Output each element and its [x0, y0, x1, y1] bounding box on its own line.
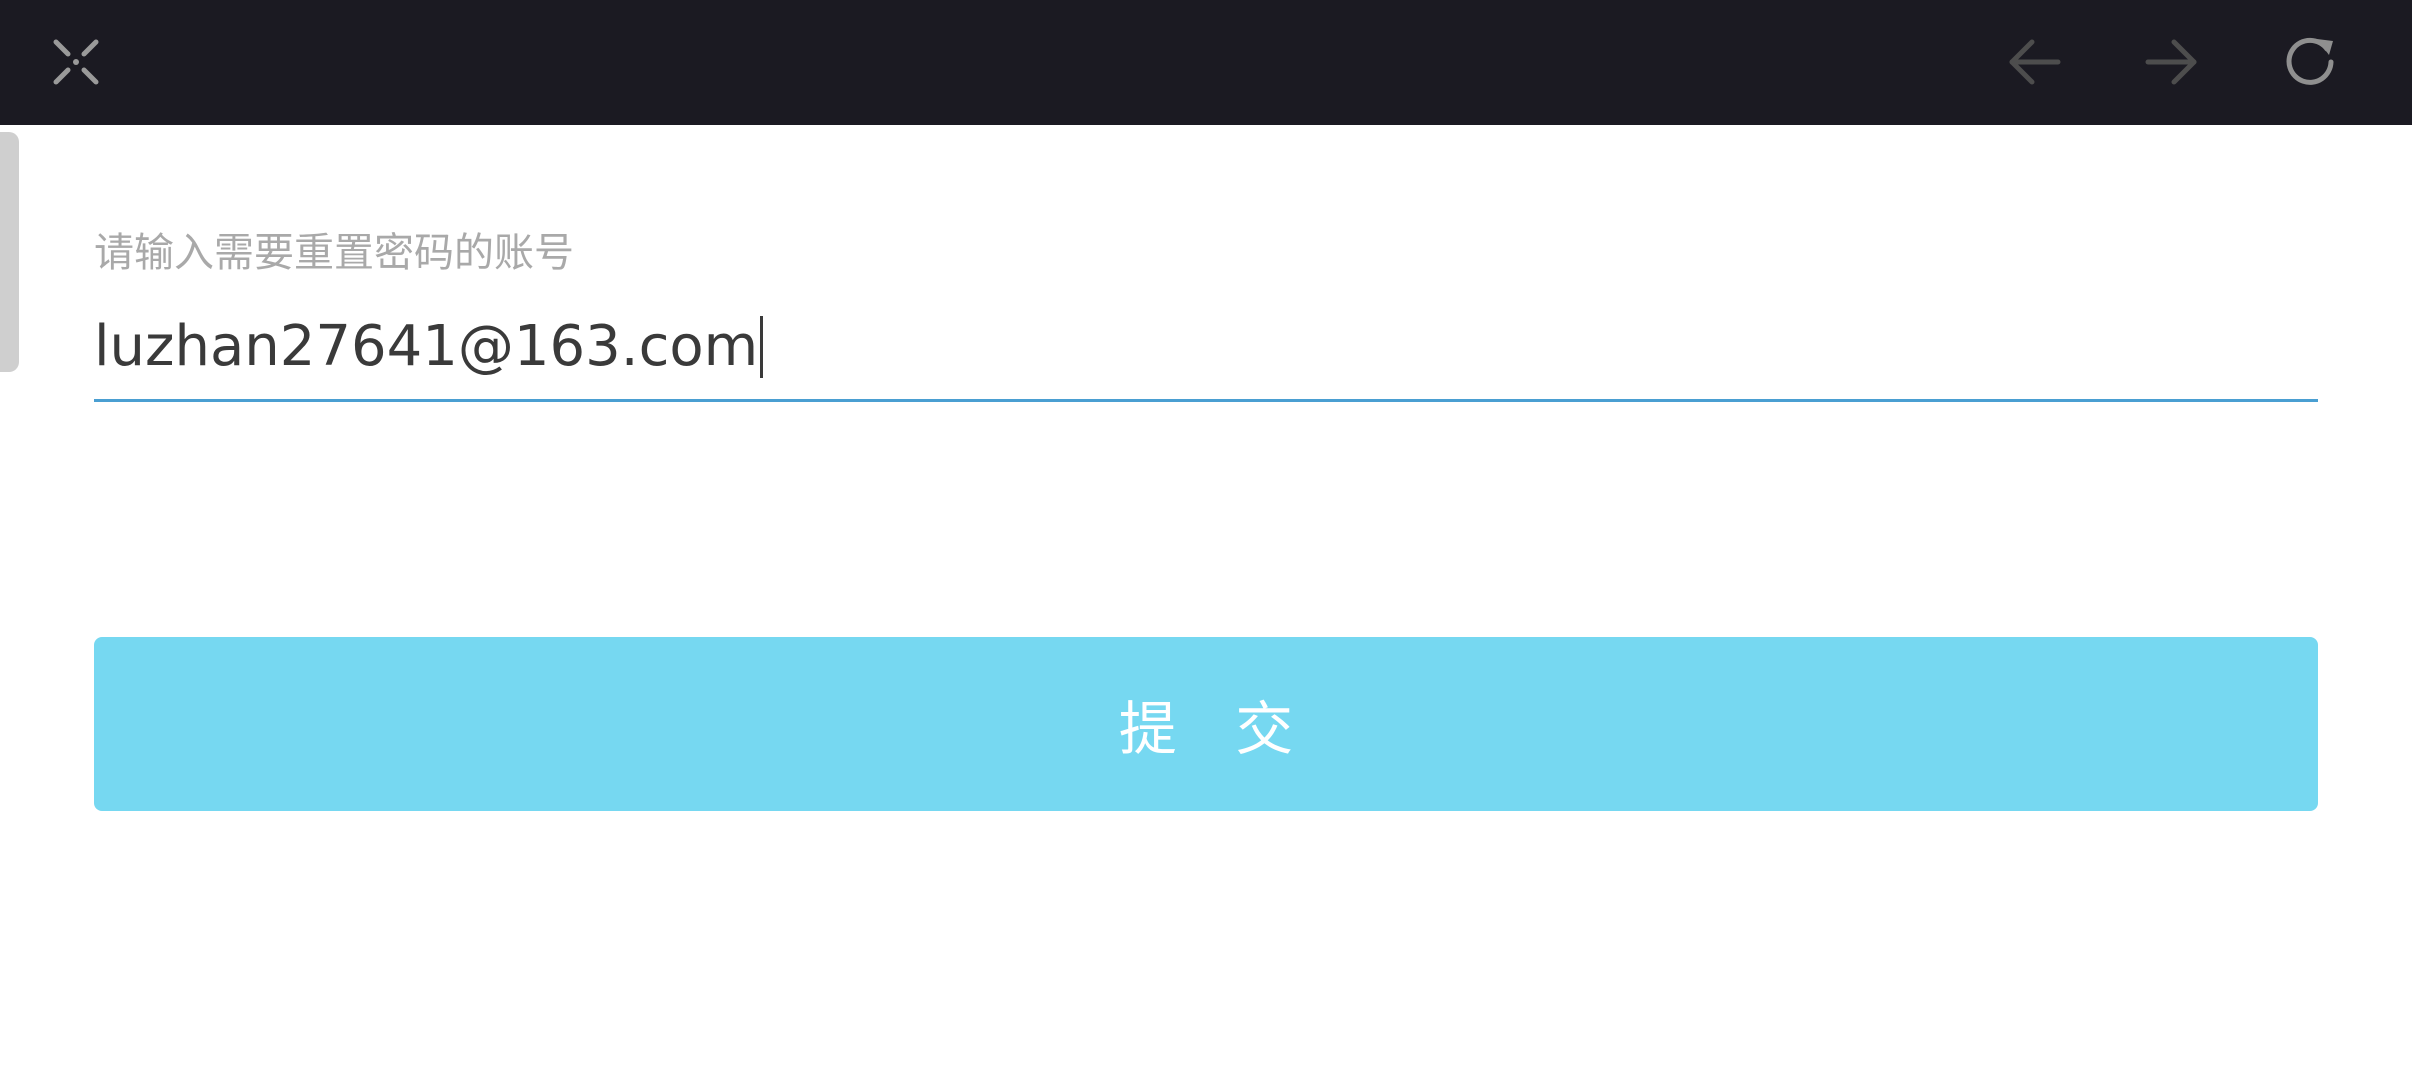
- arrow-right-icon: [2142, 34, 2202, 90]
- text-caret: [760, 316, 764, 378]
- submit-button[interactable]: 提 交: [94, 637, 2318, 811]
- close-button[interactable]: [36, 22, 116, 102]
- browser-toolbar: [0, 0, 2412, 125]
- refresh-button[interactable]: [2270, 22, 2350, 102]
- refresh-icon: [2281, 33, 2339, 91]
- account-field-label: 请输入需要重置密码的账号: [94, 230, 574, 276]
- arrow-left-icon: [2004, 34, 2064, 90]
- close-x-icon: [48, 34, 104, 90]
- side-drawer-handle[interactable]: [0, 132, 19, 372]
- forward-button[interactable]: [2132, 22, 2212, 102]
- submit-button-label: 提 交: [1118, 695, 1314, 763]
- account-input-value[interactable]: luzhan27641@163.com: [94, 311, 758, 383]
- back-button[interactable]: [1994, 22, 2074, 102]
- account-input[interactable]: luzhan27641@163.com: [94, 295, 2318, 402]
